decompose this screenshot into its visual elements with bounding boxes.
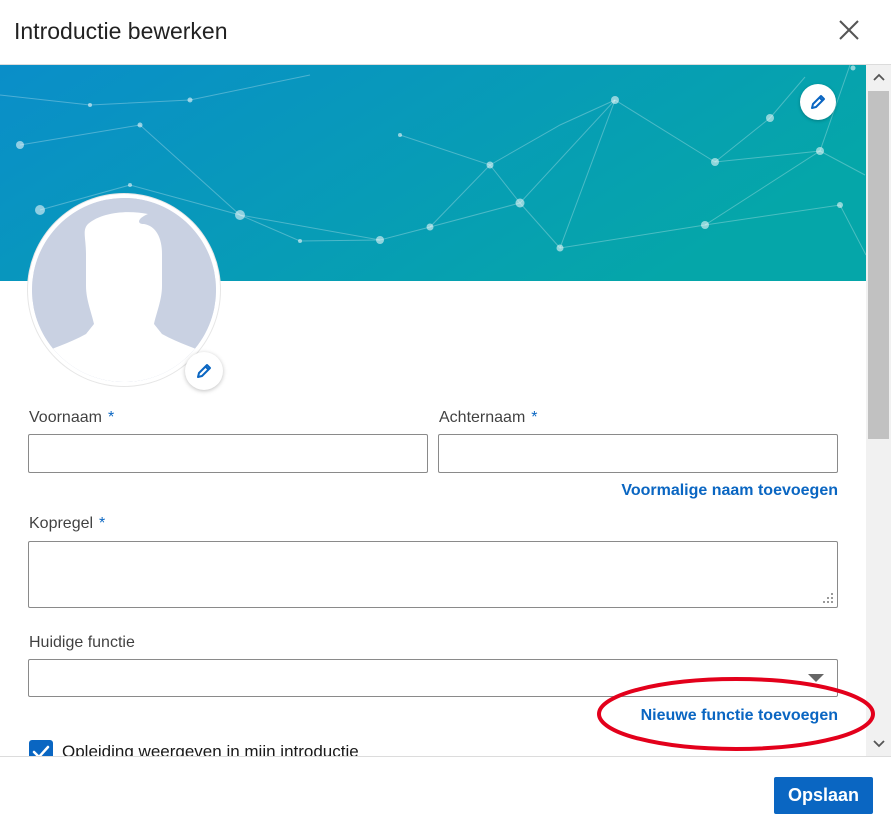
edit-photo-button[interactable] [185, 352, 223, 390]
dialog-content: Voornaam * Achternaam * Voormalige naam to… [0, 65, 866, 756]
chevron-up-icon [872, 73, 885, 81]
show-education-label: Opleiding weergeven in mijn introductie [62, 742, 359, 756]
scroll-up-button[interactable] [866, 65, 891, 89]
headline-label-text: Kopregel [29, 515, 94, 532]
add-former-name-link[interactable]: Voormalige naam toevoegen [621, 482, 838, 500]
chevron-down-icon [872, 740, 885, 748]
first-name-input[interactable] [28, 434, 428, 473]
save-button[interactable]: Opslaan [774, 777, 873, 814]
pencil-icon [811, 95, 825, 109]
dialog-header: Introductie bewerken [0, 0, 891, 65]
close-icon[interactable] [830, 12, 868, 50]
pencil-icon [197, 364, 211, 378]
dialog-footer: Opslaan [0, 756, 891, 834]
first-name-label: Voornaam * [29, 409, 114, 427]
last-name-label: Achternaam * [439, 409, 538, 427]
current-position-select[interactable] [28, 659, 838, 697]
required-marker: * [99, 515, 106, 532]
last-name-label-text: Achternaam [439, 409, 526, 426]
headline-textarea[interactable] [28, 541, 838, 608]
first-name-label-text: Voornaam [29, 409, 102, 426]
headline-label: Kopregel * [29, 515, 105, 533]
last-name-input[interactable] [438, 434, 838, 473]
checkmark-icon [32, 745, 50, 756]
add-position-link[interactable]: Nieuwe functie toevoegen [641, 707, 838, 725]
caret-down-icon[interactable] [808, 674, 824, 682]
show-education-checkbox[interactable] [29, 740, 53, 756]
dialog-title: Introductie bewerken [14, 18, 228, 44]
scrollbar[interactable] [866, 65, 891, 756]
scrollbar-thumb[interactable] [868, 91, 889, 439]
edit-banner-button[interactable] [800, 84, 836, 120]
avatar-placeholder [32, 198, 216, 382]
current-position-label: Huidige functie [29, 634, 135, 651]
required-marker: * [107, 409, 115, 426]
required-marker: * [531, 409, 538, 426]
person-silhouette-icon [32, 198, 216, 382]
scroll-down-button[interactable] [866, 732, 891, 756]
resize-handle-icon[interactable] [822, 592, 834, 604]
close-button[interactable] [830, 12, 868, 50]
